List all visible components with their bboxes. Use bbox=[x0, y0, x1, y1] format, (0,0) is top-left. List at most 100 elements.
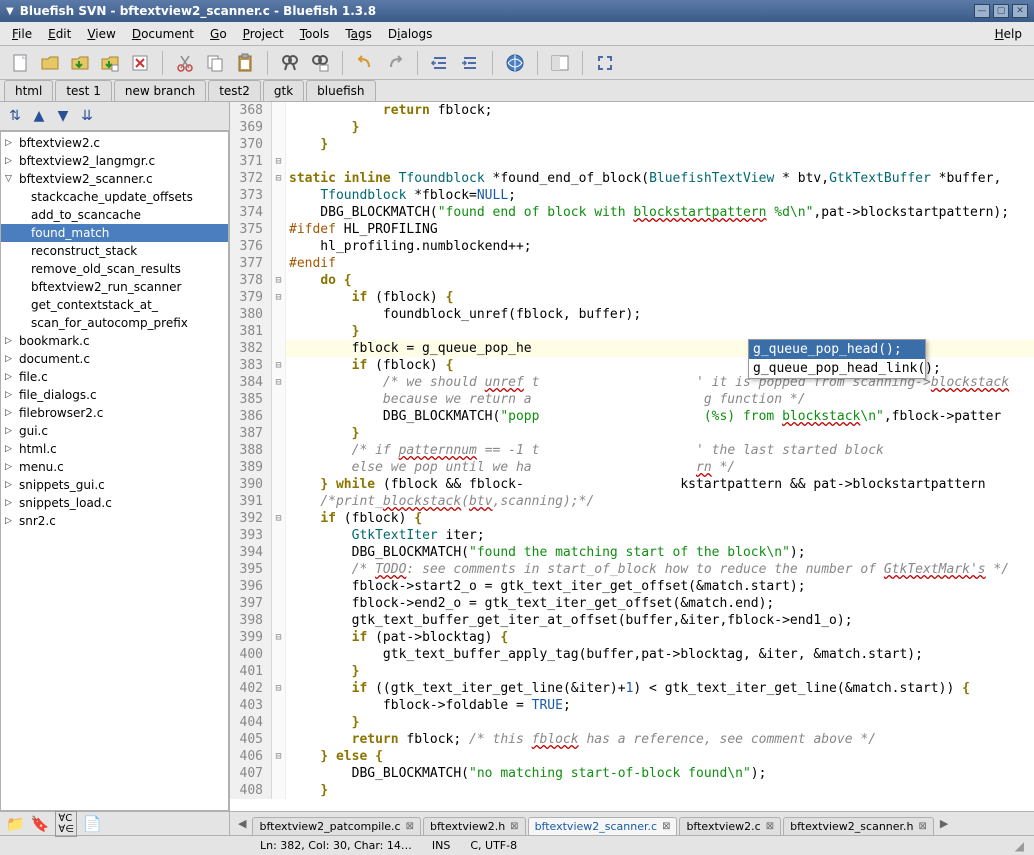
code-line[interactable]: 380 foundblock_unref(fblock, buffer); bbox=[230, 306, 1034, 323]
close-tab-icon[interactable]: ⊠ bbox=[510, 821, 518, 832]
code-text[interactable]: } bbox=[286, 782, 328, 799]
code-text[interactable]: if (pat->blocktag) { bbox=[286, 629, 508, 646]
code-text[interactable]: /* if patternnum == -1 t ' the last star… bbox=[286, 442, 884, 459]
resize-grip-icon[interactable]: ◢ bbox=[1015, 839, 1024, 853]
code-line[interactable]: 373 Tfoundblock *fblock=NULL; bbox=[230, 187, 1034, 204]
code-text[interactable]: do { bbox=[286, 272, 352, 289]
code-text[interactable]: /*print_blockstack(btv,scanning);*/ bbox=[286, 493, 594, 510]
tree-function[interactable]: reconstruct_stack bbox=[1, 242, 228, 260]
doctype-tab[interactable]: html bbox=[4, 80, 53, 101]
tree-file[interactable]: ▷snippets_load.c bbox=[1, 494, 228, 512]
close-tab-icon[interactable]: ⊠ bbox=[662, 821, 670, 832]
maximize-button[interactable]: ▢ bbox=[993, 4, 1009, 18]
code-line[interactable]: 375 #ifdef HL_PROFILING bbox=[230, 221, 1034, 238]
tree-file[interactable]: ▷filebrowser2.c bbox=[1, 404, 228, 422]
fold-marker[interactable]: ⊟ bbox=[272, 289, 286, 306]
redo-button[interactable] bbox=[381, 50, 409, 76]
file-tab[interactable]: bftextview2_scanner.h⊠ bbox=[783, 817, 934, 835]
chevron-right-icon[interactable]: ▷ bbox=[5, 138, 15, 148]
open-file-button[interactable] bbox=[36, 50, 64, 76]
code-text[interactable]: fblock->start2_o = gtk_text_iter_get_off… bbox=[286, 578, 806, 595]
code-line[interactable]: 379⊟ if (fblock) { bbox=[230, 289, 1034, 306]
code-line[interactable]: 377 #endif bbox=[230, 255, 1034, 272]
code-line[interactable]: 381 } bbox=[230, 323, 1034, 340]
fold-marker[interactable]: ⊟ bbox=[272, 629, 286, 646]
code-text[interactable]: } bbox=[286, 714, 359, 731]
fold-marker[interactable]: ⊟ bbox=[272, 680, 286, 697]
new-file-button[interactable] bbox=[6, 50, 34, 76]
menu-tools[interactable]: Tools bbox=[292, 24, 338, 44]
code-line[interactable]: 388 /* if patternnum == -1 t ' the last … bbox=[230, 442, 1034, 459]
code-line[interactable]: 370 } bbox=[230, 136, 1034, 153]
close-tab-icon[interactable]: ⊠ bbox=[766, 821, 774, 832]
tree-function[interactable]: remove_old_scan_results bbox=[1, 260, 228, 278]
code-text[interactable]: return fblock; bbox=[286, 102, 493, 119]
code-text[interactable]: GtkTextIter iter; bbox=[286, 527, 485, 544]
autocomplete-item[interactable]: g_queue_pop_head_link(); bbox=[749, 359, 925, 378]
save-as-button[interactable] bbox=[96, 50, 124, 76]
code-text[interactable]: if (fblock) { bbox=[286, 289, 453, 306]
code-text[interactable]: if (fblock) { bbox=[286, 357, 453, 374]
sidebar-arrow-both-icon[interactable]: ⇅ bbox=[6, 108, 24, 124]
file-tab[interactable]: bftextview2.c⊠ bbox=[679, 817, 781, 835]
close-tab-icon[interactable]: ⊠ bbox=[919, 821, 927, 832]
menu-view[interactable]: View bbox=[79, 24, 123, 44]
code-text[interactable]: } bbox=[286, 323, 359, 340]
fullscreen-button[interactable] bbox=[591, 50, 619, 76]
fold-marker[interactable]: ⊟ bbox=[272, 510, 286, 527]
code-line[interactable]: 404 } bbox=[230, 714, 1034, 731]
chevron-right-icon[interactable]: ▷ bbox=[5, 462, 15, 472]
doctype-tab[interactable]: gtk bbox=[263, 80, 304, 101]
close-file-button[interactable] bbox=[126, 50, 154, 76]
code-text[interactable]: } bbox=[286, 136, 328, 153]
tree-function[interactable]: add_to_scancache bbox=[1, 206, 228, 224]
function-tree[interactable]: ▷bftextview2.c▷bftextview2_langmgr.c▽bft… bbox=[0, 131, 229, 811]
menu-go[interactable]: Go bbox=[202, 24, 235, 44]
code-line[interactable]: 391 /*print_blockstack(btv,scanning);*/ bbox=[230, 493, 1034, 510]
tab-next-button[interactable]: ▶ bbox=[936, 817, 952, 830]
code-area[interactable]: 368 return fblock;369 }370 }371⊟372⊟stat… bbox=[230, 102, 1034, 811]
fold-marker[interactable]: ⊟ bbox=[272, 272, 286, 289]
code-text[interactable] bbox=[286, 153, 289, 170]
code-line[interactable]: 407 DBG_BLOCKMATCH("no matching start-of… bbox=[230, 765, 1034, 782]
chevron-right-icon[interactable]: ▷ bbox=[5, 426, 15, 436]
menu-file[interactable]: File bbox=[4, 24, 40, 44]
chevron-right-icon[interactable]: ▷ bbox=[5, 156, 15, 166]
chevron-right-icon[interactable]: ▷ bbox=[5, 336, 15, 346]
tree-function[interactable]: stackcache_update_offsets bbox=[1, 188, 228, 206]
tree-function[interactable]: bftextview2_run_scanner bbox=[1, 278, 228, 296]
tree-function[interactable]: found_match bbox=[1, 224, 228, 242]
code-line[interactable]: 390 } while (fblock && fblock- kstartpat… bbox=[230, 476, 1034, 493]
close-tab-icon[interactable]: ⊠ bbox=[406, 821, 414, 832]
paste-button[interactable] bbox=[231, 50, 259, 76]
code-line[interactable]: 394 DBG_BLOCKMATCH("found the matching s… bbox=[230, 544, 1034, 561]
sidebar-arrow-down-icon[interactable]: ▼ bbox=[54, 108, 72, 124]
code-line[interactable]: 393 GtkTextIter iter; bbox=[230, 527, 1034, 544]
code-line[interactable]: 396 fblock->start2_o = gtk_text_iter_get… bbox=[230, 578, 1034, 595]
code-text[interactable]: fblock->foldable = TRUE; bbox=[286, 697, 571, 714]
code-line[interactable]: 406⊟ } else { bbox=[230, 748, 1034, 765]
for-all-icon[interactable]: ∀C∀∈ bbox=[55, 811, 77, 837]
code-line[interactable]: 397 fblock->end2_o = gtk_text_iter_get_o… bbox=[230, 595, 1034, 612]
code-line[interactable]: 387 } bbox=[230, 425, 1034, 442]
code-text[interactable]: static inline Tfoundblock *found_end_of_… bbox=[286, 170, 1001, 187]
code-text[interactable]: DBG_BLOCKMATCH("found end of block with … bbox=[286, 204, 1009, 221]
chevron-right-icon[interactable]: ▷ bbox=[5, 390, 15, 400]
code-line[interactable]: 376 hl_profiling.numblockend++; bbox=[230, 238, 1034, 255]
chevron-down-icon[interactable]: ▽ bbox=[5, 174, 15, 184]
tree-function[interactable]: get_contextstack_at_ bbox=[1, 296, 228, 314]
save-file-button[interactable] bbox=[66, 50, 94, 76]
code-line[interactable]: 369 } bbox=[230, 119, 1034, 136]
tree-function[interactable]: scan_for_autocomp_prefix bbox=[1, 314, 228, 332]
code-line[interactable]: 408 } bbox=[230, 782, 1034, 799]
doctype-tab[interactable]: test 1 bbox=[55, 80, 112, 101]
chevron-right-icon[interactable]: ▷ bbox=[5, 516, 15, 526]
tree-file[interactable]: ▷document.c bbox=[1, 350, 228, 368]
code-line[interactable]: 385 because we return a g function */ bbox=[230, 391, 1034, 408]
autocomplete-popup[interactable]: g_queue_pop_head();g_queue_pop_head_link… bbox=[748, 339, 926, 379]
code-text[interactable]: because we return a g function */ bbox=[286, 391, 806, 408]
sidebar-arrow-down2-icon[interactable]: ⇊ bbox=[78, 108, 96, 124]
browser-preview-button[interactable] bbox=[501, 50, 529, 76]
code-text[interactable]: fblock = g_queue_pop_he bbox=[286, 340, 532, 357]
bookmark-icon[interactable]: 🔖 bbox=[31, 815, 50, 833]
